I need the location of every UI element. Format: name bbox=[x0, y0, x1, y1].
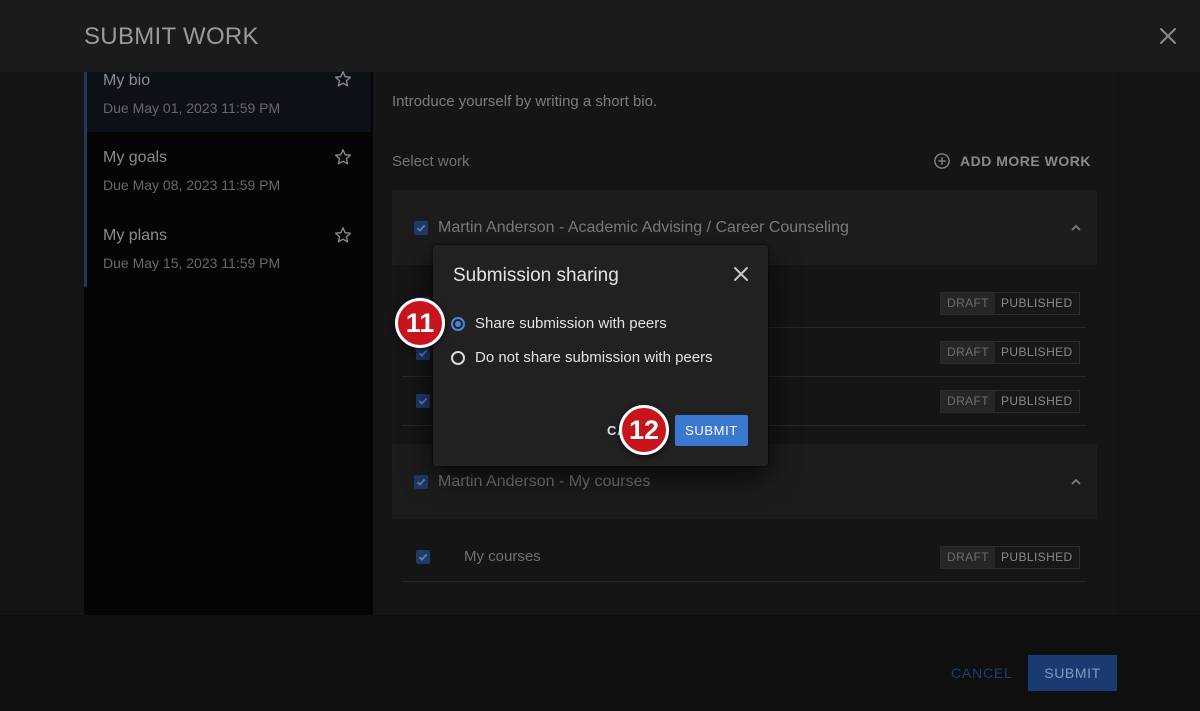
draft-badge[interactable]: DRAFT bbox=[941, 342, 995, 363]
work-group-title: Martin Anderson - Academic Advising / Ca… bbox=[438, 219, 849, 236]
work-checkbox[interactable] bbox=[416, 394, 430, 408]
page-title: SUBMIT WORK bbox=[84, 23, 259, 50]
dialog-title: Submission sharing bbox=[453, 265, 619, 286]
work-group-title: Martin Anderson - My courses bbox=[438, 473, 651, 490]
work-title: My courses bbox=[464, 548, 541, 565]
status-toggle[interactable]: DRAFT PUBLISHED bbox=[940, 546, 1080, 569]
dialog-header: SUBMIT WORK bbox=[0, 0, 1200, 72]
do-not-share-option[interactable]: Do not share submission with peers bbox=[451, 349, 713, 366]
share-with-peers-option[interactable]: Share submission with peers bbox=[451, 315, 667, 332]
star-icon[interactable] bbox=[334, 70, 352, 88]
draft-badge[interactable]: DRAFT bbox=[941, 547, 995, 568]
option-label: Share submission with peers bbox=[475, 315, 667, 332]
add-more-work-label: ADD MORE WORK bbox=[960, 153, 1091, 169]
chevron-up-icon[interactable] bbox=[1068, 220, 1084, 236]
work-row[interactable]: My courses DRAFT PUBLISHED bbox=[402, 533, 1086, 582]
assignment-due-date: Due May 15, 2023 11:59 PM bbox=[103, 255, 281, 271]
option-label: Do not share submission with peers bbox=[475, 349, 713, 366]
status-toggle[interactable]: DRAFT PUBLISHED bbox=[940, 341, 1080, 364]
step-badge-11: 11 bbox=[395, 298, 445, 348]
assignment-title: My bio bbox=[103, 72, 151, 89]
footer-bar bbox=[0, 615, 1200, 711]
draft-badge[interactable]: DRAFT bbox=[941, 293, 995, 314]
published-badge[interactable]: PUBLISHED bbox=[995, 342, 1079, 363]
assignment-item-my-bio[interactable]: My bio Due May 01, 2023 11:59 PM bbox=[87, 70, 371, 132]
radio-button[interactable] bbox=[451, 350, 465, 365]
published-badge[interactable]: PUBLISHED bbox=[995, 391, 1079, 412]
submission-sharing-dialog: Submission sharing Share submission with… bbox=[433, 245, 768, 466]
assignment-item-my-goals[interactable]: My goals Due May 08, 2023 11:59 PM bbox=[87, 149, 371, 209]
radio-button-selected[interactable] bbox=[451, 316, 465, 331]
assignment-due-date: Due May 08, 2023 11:59 PM bbox=[103, 177, 281, 193]
group-checkbox[interactable] bbox=[414, 475, 428, 489]
assignment-due-date: Due May 01, 2023 11:59 PM bbox=[103, 100, 281, 116]
chevron-up-icon[interactable] bbox=[1068, 474, 1084, 490]
close-icon[interactable] bbox=[1156, 24, 1180, 48]
add-circle-icon bbox=[934, 153, 950, 169]
assignment-description: Introduce yourself by writing a short bi… bbox=[392, 93, 658, 110]
assignment-title: My goals bbox=[103, 149, 168, 166]
status-toggle[interactable]: DRAFT PUBLISHED bbox=[940, 292, 1080, 315]
assignment-title: My plans bbox=[103, 227, 168, 244]
star-icon[interactable] bbox=[334, 148, 352, 166]
dialog-submit-button[interactable]: SUBMIT bbox=[675, 415, 748, 446]
published-badge[interactable]: PUBLISHED bbox=[995, 293, 1079, 314]
draft-badge[interactable]: DRAFT bbox=[941, 391, 995, 412]
work-checkbox[interactable] bbox=[416, 550, 430, 564]
work-checkbox[interactable] bbox=[416, 346, 430, 360]
submit-button[interactable]: SUBMIT bbox=[1028, 655, 1117, 691]
status-toggle[interactable]: DRAFT PUBLISHED bbox=[940, 390, 1080, 413]
select-work-label: Select work bbox=[392, 153, 470, 170]
cancel-button[interactable]: CANCEL bbox=[951, 665, 1013, 681]
group-checkbox[interactable] bbox=[414, 221, 428, 235]
step-badge-12: 12 bbox=[619, 405, 669, 455]
published-badge[interactable]: PUBLISHED bbox=[995, 547, 1079, 568]
close-icon[interactable] bbox=[731, 264, 751, 284]
assignment-item-my-plans[interactable]: My plans Due May 15, 2023 11:59 PM bbox=[87, 227, 371, 287]
star-icon[interactable] bbox=[334, 226, 352, 244]
add-more-work-button[interactable]: ADD MORE WORK bbox=[933, 151, 1091, 171]
